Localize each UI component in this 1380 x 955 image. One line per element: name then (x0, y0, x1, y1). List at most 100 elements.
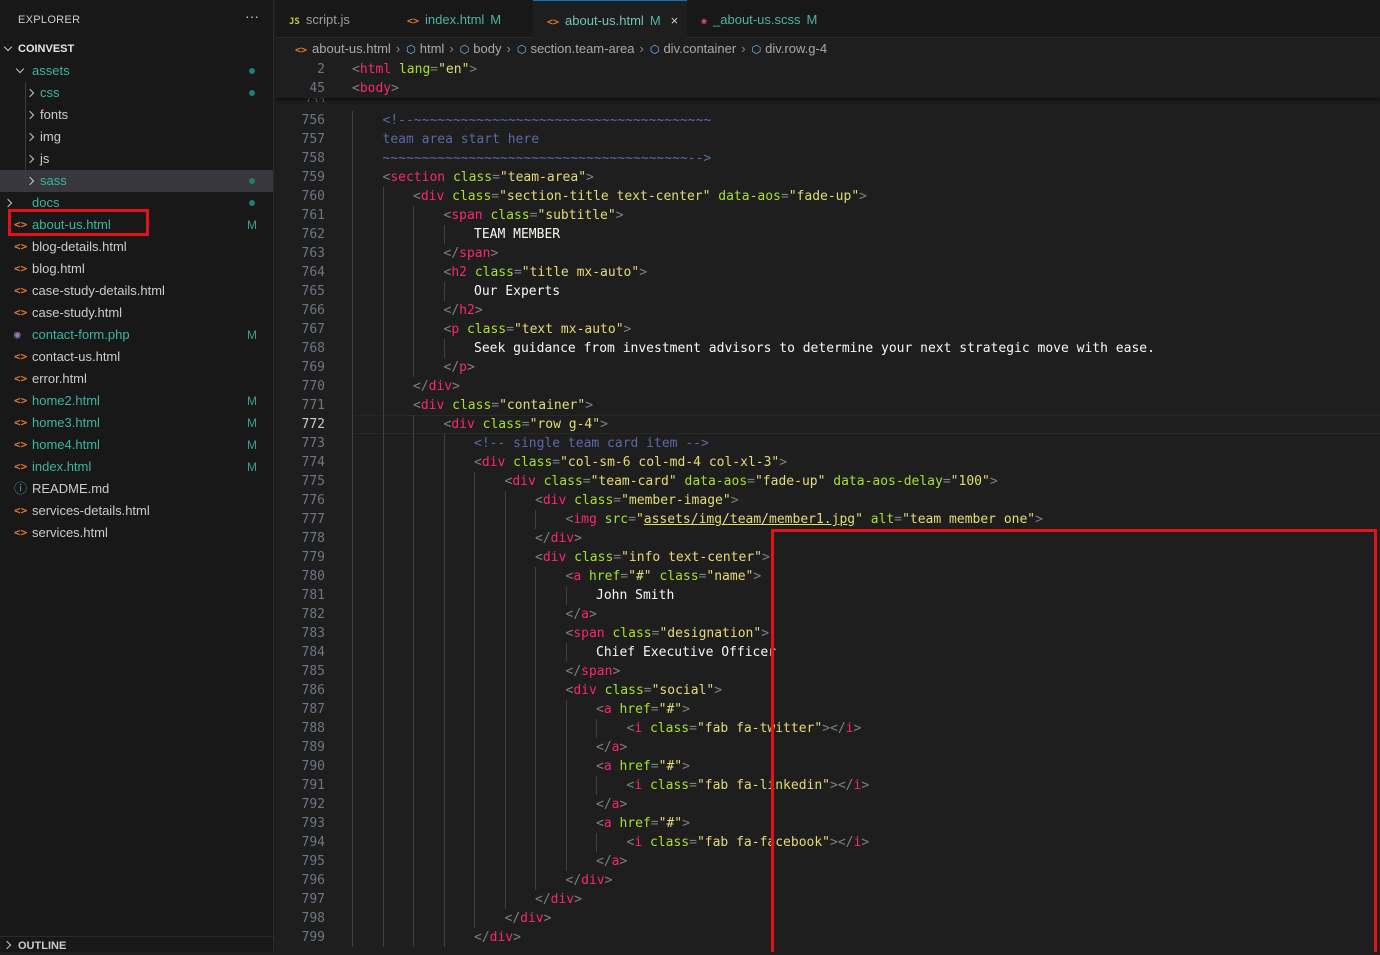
tab--about-us-scss[interactable]: ❀ _about-us.scss M (687, 0, 827, 38)
file-home4-html[interactable]: <> home4.html M (0, 434, 273, 456)
code-line[interactable]: <img src="assets/img/team/member1.jpg" a… (566, 510, 1043, 529)
code-line[interactable]: <div class="row g-4"> (444, 415, 608, 434)
code-line[interactable]: <!--~~~~~~~~~~~~~~~~~~~~~~~~~~~~~~~~~~~~… (383, 111, 712, 130)
file-error-html[interactable]: <> error.html (0, 368, 273, 390)
folder-sass[interactable]: sass (0, 170, 273, 192)
file-case-study-html[interactable]: <> case-study.html (0, 302, 273, 324)
code-editor[interactable]: 2 <html lang="en"> 45 <body> 755 756 <!--… (275, 60, 1380, 952)
code-line[interactable]: team area start here (383, 130, 540, 149)
line-number: 761 (301, 208, 325, 223)
breadcrumb-item[interactable]: ⬡ section.team-area (517, 41, 635, 56)
breadcrumb-item[interactable]: ⬡ body (460, 41, 502, 56)
indent-guide (413, 662, 414, 681)
code-line[interactable]: <div class="team-card" data-aos="fade-up… (505, 472, 998, 491)
code-line[interactable]: <span class="subtitle"> (444, 206, 624, 225)
file-services-html[interactable]: <> services.html (0, 522, 273, 544)
folder-assets[interactable]: assets (0, 60, 273, 82)
code-line[interactable]: <!-- single team card item --> (474, 434, 709, 453)
line-number: 783 (301, 626, 325, 641)
code-line[interactable]: Chief Executive Officer (596, 643, 776, 662)
indent-guide (352, 339, 353, 358)
folder-css[interactable]: css (0, 82, 273, 104)
code-line[interactable]: <a href="#"> (596, 757, 690, 776)
indent-guide (504, 890, 506, 909)
code-line[interactable]: <a href="#"> (596, 700, 690, 719)
tab-about-us-html[interactable]: <> about-us.html M × (533, 0, 687, 38)
code-line[interactable]: <div class="section-title text-center" d… (413, 187, 867, 206)
code-line[interactable]: </div> (566, 871, 613, 890)
indent-guide (352, 548, 353, 567)
indent-guide (443, 605, 445, 624)
project-section-header[interactable]: COINVEST (0, 38, 274, 60)
outline-label: OUTLINE (18, 940, 67, 952)
code-line[interactable]: <p class="text mx-auto"> (444, 320, 632, 339)
file-home2-html[interactable]: <> home2.html M (0, 390, 273, 412)
indent-guide (474, 472, 475, 491)
code-line[interactable]: <div class="info text-center"> (535, 548, 770, 567)
code-line[interactable]: <body> (352, 79, 399, 98)
breadcrumb-item[interactable]: <> about-us.html (295, 41, 391, 56)
code-line[interactable]: <div class="col-sm-6 col-md-4 col-xl-3"> (474, 453, 787, 472)
code-line[interactable]: </div> (535, 890, 582, 909)
file-contact-form-php[interactable]: ◉ contact-form.php M (0, 324, 273, 346)
folder-js[interactable]: js (0, 148, 273, 170)
code-line[interactable]: <html lang="en"> (352, 60, 477, 79)
file-blog-html[interactable]: <> blog.html (0, 258, 273, 280)
code-line[interactable]: ~~~~~~~~~~~~~~~~~~~~~~~~~~~~~~~~~~~~~~~-… (383, 149, 712, 168)
code-line[interactable]: </div> (474, 928, 521, 947)
indent-guide (596, 776, 597, 795)
outline-section-header[interactable]: OUTLINE (0, 936, 274, 952)
code-line[interactable]: </span> (444, 244, 499, 263)
code-line[interactable]: </span> (566, 662, 621, 681)
breadcrumb-item[interactable]: ⬡ div.row.g-4 (752, 41, 828, 56)
code-line[interactable]: </a> (596, 852, 627, 871)
indent-guide (352, 244, 353, 263)
code-line[interactable]: <div class="container"> (413, 396, 593, 415)
more-actions-icon[interactable]: ··· (242, 8, 262, 28)
code-line[interactable]: <a href="#"> (596, 814, 690, 833)
file-home3-html[interactable]: <> home3.html M (0, 412, 273, 434)
code-line[interactable]: </h2> (444, 301, 483, 320)
file-readme-md[interactable]: ⓘ README.md (0, 478, 273, 500)
indent-guide (413, 586, 414, 605)
tab-script-js[interactable]: JS script.js (275, 0, 393, 38)
code-line[interactable]: <a href="#" class="name"> (566, 567, 762, 586)
code-line[interactable]: <div class="member-image"> (535, 491, 739, 510)
folder-img[interactable]: img (0, 126, 273, 148)
code-line[interactable]: </div> (413, 377, 460, 396)
indent-guide (474, 624, 475, 643)
breadcrumb-item[interactable]: ⬡ div.container (650, 41, 736, 56)
code-line[interactable]: <span class="designation"> (566, 624, 770, 643)
code-line[interactable]: <div class="social"> (566, 681, 723, 700)
code-line[interactable]: </div> (505, 909, 552, 928)
info-icon: ⓘ (14, 481, 28, 496)
code-line[interactable]: John Smith (596, 586, 674, 605)
code-line[interactable]: <section class="team-area"> (383, 168, 594, 187)
file-case-study-details-html[interactable]: <> case-study-details.html (0, 280, 273, 302)
file-contact-us-html[interactable]: <> contact-us.html (0, 346, 273, 368)
code-line[interactable]: </p> (444, 358, 475, 377)
indent-guide (382, 890, 384, 909)
breadcrumb-item[interactable]: ⬡ html (406, 41, 444, 56)
chevron-right-icon: › (506, 41, 511, 56)
modified-dot-icon (249, 178, 255, 184)
tab-index-html[interactable]: <> index.html M (393, 0, 533, 38)
line-number: 766 (301, 303, 325, 318)
indent-guide (535, 814, 536, 833)
folder-fonts[interactable]: fonts (0, 104, 273, 126)
indent-guide (504, 548, 506, 567)
close-icon[interactable]: × (671, 13, 679, 28)
code-line[interactable]: Our Experts (474, 282, 560, 301)
git-status-badge: M (490, 12, 502, 27)
chevron-right-icon: › (639, 41, 644, 56)
file-index-html[interactable]: <> index.html M (0, 456, 273, 478)
code-line[interactable]: Seek guidance from investment advisors t… (474, 339, 1155, 358)
file-blog-details-html[interactable]: <> blog-details.html (0, 236, 273, 258)
code-line[interactable]: </div> (535, 529, 582, 548)
code-line[interactable]: </a> (596, 795, 627, 814)
code-line[interactable]: </a> (566, 605, 597, 624)
code-line[interactable]: <h2 class="title mx-auto"> (444, 263, 648, 282)
code-line[interactable]: TEAM MEMBER (474, 225, 560, 244)
code-line[interactable]: </a> (596, 738, 627, 757)
file-services-details-html[interactable]: <> services-details.html (0, 500, 273, 522)
